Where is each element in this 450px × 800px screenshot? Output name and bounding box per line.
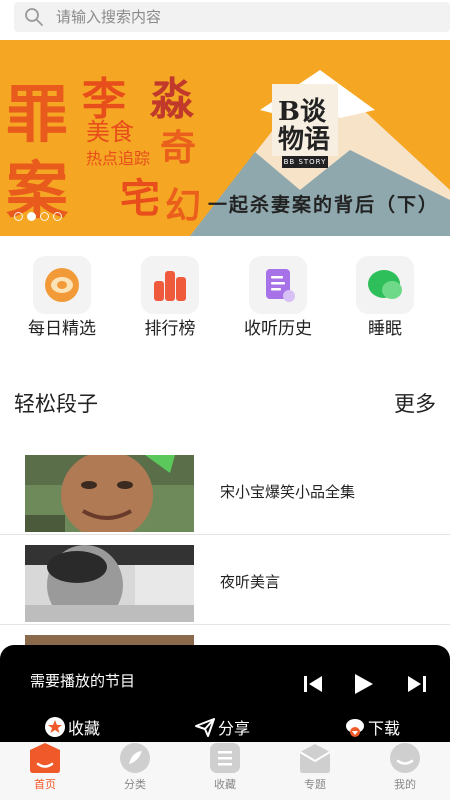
- thumbnail-image: [25, 455, 194, 532]
- svg-text:美食: 美食: [86, 118, 134, 146]
- ranking-icon: [154, 271, 186, 301]
- player-track-title: 需要播放的节目: [30, 672, 136, 690]
- history-icon: [266, 269, 295, 302]
- quick-nav-label: 每日精选: [28, 319, 96, 339]
- banner-logo-label: BB STORY: [282, 156, 328, 168]
- quick-nav-label: 收听历史: [244, 319, 312, 339]
- svg-text:宅: 宅: [120, 175, 160, 222]
- quick-nav-daily-pick[interactable]: 每日精选: [12, 250, 112, 340]
- topic-icon: [299, 744, 331, 773]
- tab-topic[interactable]: 专题: [270, 742, 360, 800]
- share-button[interactable]: 分享: [194, 715, 250, 739]
- favorite-icon: [45, 717, 65, 737]
- tab-collection[interactable]: 收藏: [180, 742, 270, 800]
- previous-icon[interactable]: [300, 671, 326, 697]
- quick-nav-ranking[interactable]: 排行榜: [120, 250, 220, 340]
- profile-icon: [390, 743, 420, 773]
- list-item-thumbnail: [25, 635, 194, 645]
- mini-player: 需要播放的节目 收藏 分享 下载: [0, 645, 450, 742]
- tab-label: 收藏: [214, 778, 236, 791]
- list-item-title: 夜听美言: [220, 573, 281, 591]
- download-button[interactable]: 下载: [344, 715, 400, 739]
- banner-caption: 一起杀妻案的背后（下）: [208, 194, 440, 216]
- list-item-thumbnail: [25, 545, 194, 622]
- download-icon: [346, 719, 364, 737]
- history-tile: [249, 256, 307, 314]
- svg-text:幻: 幻: [165, 185, 201, 227]
- home-icon: [30, 743, 60, 773]
- search-bar: [0, 0, 450, 40]
- list-item[interactable]: [0, 635, 450, 645]
- daily-pick-tile: [33, 256, 91, 314]
- tab-home[interactable]: 首页: [0, 742, 90, 800]
- search-icon: [25, 8, 43, 26]
- carousel-dot[interactable]: [14, 212, 23, 221]
- svg-text:淼: 淼: [149, 74, 195, 125]
- bottom-tab-bar: 首页 分类 收藏 专题 我的: [0, 742, 450, 800]
- category-icon: [120, 743, 150, 773]
- svg-text:B谈: B谈: [278, 97, 327, 127]
- divider: [0, 624, 450, 625]
- play-icon[interactable]: [350, 671, 376, 697]
- more-link[interactable]: 更多: [394, 388, 436, 418]
- favorite-button[interactable]: 收藏: [44, 715, 100, 739]
- section-title: 轻松段子: [14, 392, 98, 416]
- tab-label: 分类: [124, 778, 146, 791]
- quick-nav-label: 排行榜: [144, 319, 196, 339]
- quick-nav: 每日精选 排行榜 收听历史 睡眠: [0, 250, 450, 340]
- favorite-label: 收藏: [68, 719, 101, 738]
- svg-text:物语: 物语: [278, 125, 330, 155]
- tab-profile[interactable]: 我的: [360, 742, 450, 800]
- tab-label: 我的: [394, 778, 416, 791]
- tab-label: 首页: [34, 778, 56, 791]
- tab-label: 专题: [304, 778, 326, 791]
- carousel-dot[interactable]: [53, 212, 62, 221]
- list-item-title: 宋小宝爆笑小品全集: [220, 483, 356, 501]
- banner-carousel[interactable]: 罪 案 李 淼 美食 热点追踪 宅 奇 幻 B谈 物语 BB STORY 一起杀…: [0, 40, 450, 236]
- next-icon[interactable]: [404, 671, 430, 697]
- carousel-dots: [14, 212, 62, 222]
- carousel-dot[interactable]: [40, 212, 49, 221]
- download-label: 下载: [368, 719, 401, 738]
- carousel-dot-active[interactable]: [27, 212, 36, 221]
- list-item[interactable]: 宋小宝爆笑小品全集: [0, 455, 450, 543]
- app-screen: 罪 案 李 淼 美食 热点追踪 宅 奇 幻 B谈 物语 BB STORY 一起杀…: [0, 0, 450, 800]
- collection-icon: [210, 743, 240, 773]
- section-header: 轻松段子 更多: [0, 384, 450, 420]
- share-icon: [195, 718, 215, 737]
- tab-category[interactable]: 分类: [90, 742, 180, 800]
- sleep-tile: [356, 256, 414, 314]
- thumbnail-image: [25, 545, 194, 622]
- ranking-tile: [141, 256, 199, 314]
- list-item[interactable]: 夜听美言: [0, 545, 450, 633]
- search-input[interactable]: [56, 5, 436, 29]
- svg-text:罪: 罪: [6, 78, 68, 151]
- quick-nav-label: 睡眠: [368, 319, 402, 339]
- share-label: 分享: [218, 719, 251, 738]
- sleep-icon: [368, 270, 402, 299]
- svg-text:热点追踪: 热点追踪: [86, 149, 150, 168]
- daily-pick-icon: [45, 268, 79, 302]
- list-item-thumbnail: [25, 455, 194, 532]
- divider: [0, 534, 450, 535]
- search-box[interactable]: [14, 2, 450, 32]
- quick-nav-sleep[interactable]: 睡眠: [335, 250, 435, 340]
- svg-text:奇: 奇: [160, 127, 196, 169]
- quick-nav-history[interactable]: 收听历史: [228, 250, 328, 340]
